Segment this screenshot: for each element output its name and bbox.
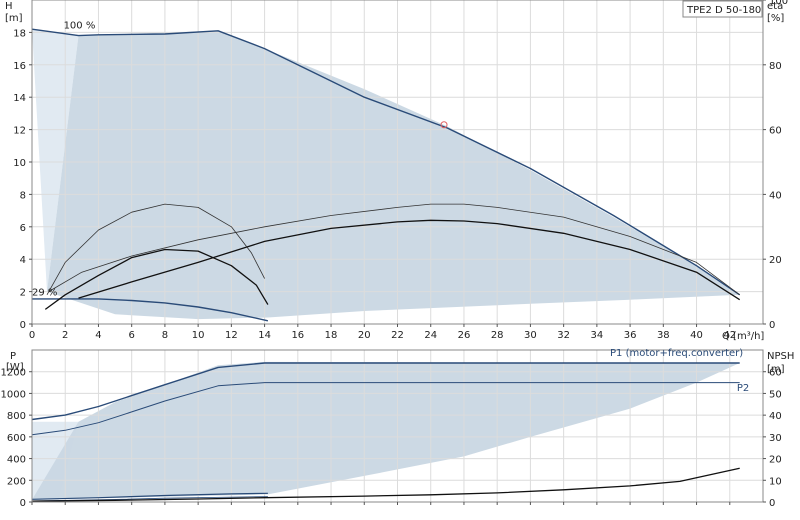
- top-left-y-tick-label: 6: [20, 223, 26, 234]
- x-tick-label: 0: [29, 330, 35, 341]
- top-right-y-tick-label: 0: [769, 320, 775, 331]
- bottom-right-y-tick-label: 20: [769, 455, 782, 466]
- bottom-right-y-tick-label: 40: [769, 411, 782, 422]
- top-right-y-tick-label: 80: [769, 61, 782, 72]
- top-left-y-tick-label: 16: [13, 61, 26, 72]
- x-tick-label: 14: [258, 330, 271, 341]
- top-left-y-tick-label: 12: [13, 126, 26, 137]
- bottom-left-y-tick-label: 600: [7, 433, 26, 444]
- x-tick-label: 24: [424, 330, 437, 341]
- bottom-right-y-tick-label: 0: [769, 498, 775, 509]
- bottom-left-y-tick-label: 400: [7, 455, 26, 466]
- x-tick-label: 38: [657, 330, 670, 341]
- curve-annotation: 29 %: [32, 288, 57, 299]
- top-left-y-tick-label: 18: [13, 28, 26, 39]
- bottom-left-y-tick-label: 800: [7, 411, 26, 422]
- top-right-axis-label-line2: [%]: [767, 13, 784, 24]
- top-right-y-tick-label: 60: [769, 126, 782, 137]
- x-tick-label: 34: [590, 330, 603, 341]
- x-tick-label: 28: [491, 330, 504, 341]
- top-left-y-tick-label: 10: [13, 158, 26, 169]
- x-tick-label: 30: [524, 330, 537, 341]
- bottom-left-axis-label-line1: P: [10, 351, 16, 362]
- curve-annotation: 100 %: [64, 20, 96, 31]
- top-left-axis-label-line2: [m]: [5, 13, 23, 24]
- x-tick-label: 36: [624, 330, 637, 341]
- bottom-right-axis-label-line1: NPSH: [767, 351, 794, 362]
- top-left-y-tick-label: 0: [20, 320, 26, 331]
- bottom-left-y-tick-label: 1000: [1, 389, 26, 400]
- x-tick-label: 20: [358, 330, 371, 341]
- x-tick-label: 18: [325, 330, 338, 341]
- x-tick-label: 40: [690, 330, 703, 341]
- top-left-y-tick-label: 8: [20, 190, 26, 201]
- x-axis-label: Q [m³/h]: [722, 331, 764, 342]
- top-left-y-tick-label: 2: [20, 288, 26, 299]
- x-tick-label: 16: [291, 330, 304, 341]
- x-tick-label: 6: [128, 330, 134, 341]
- pump-curve-chart: 0 2 4 6 8 10 12 14 16 18 20 22 24 26 28 30 32 34 36 38 40 420…: [0, 0, 800, 520]
- bottom-left-y-tick-label: 0: [20, 498, 26, 509]
- top-left-axis-label-line1: H: [5, 1, 13, 12]
- series-label: P1 (motor+freq.converter): [610, 348, 743, 359]
- x-tick-label: 8: [162, 330, 168, 341]
- series-label: P2: [737, 383, 749, 394]
- bottom-right-y-tick-label: 30: [769, 433, 782, 444]
- bottom-right-y-tick-label: 10: [769, 476, 782, 487]
- title-box-text: TPE2 D 50-180: [686, 5, 761, 16]
- x-tick-label: 2: [62, 330, 68, 341]
- bottom-right-axis-label-line2: [m]: [767, 364, 785, 375]
- top-right-y-tick-label: 20: [769, 255, 782, 266]
- x-tick-label: 4: [95, 330, 101, 341]
- bottom-right-y-tick-label: 50: [769, 389, 782, 400]
- x-tick-label: 10: [192, 330, 205, 341]
- x-tick-label: 26: [458, 330, 471, 341]
- top-right-axis-label-line1: eta: [767, 1, 783, 12]
- top-left-y-tick-label: 14: [13, 93, 26, 104]
- top-left-y-tick-label: 4: [20, 255, 26, 266]
- x-tick-label: 12: [225, 330, 238, 341]
- title-box: TPE2 D 50-180: [682, 0, 763, 18]
- bottom-left-axis-label-line2: [W]: [6, 362, 24, 373]
- bottom-left-y-tick-label: 200: [7, 476, 26, 487]
- top-right-y-tick-label: 40: [769, 190, 782, 201]
- x-tick-label: 22: [391, 330, 404, 341]
- x-tick-label: 32: [557, 330, 570, 341]
